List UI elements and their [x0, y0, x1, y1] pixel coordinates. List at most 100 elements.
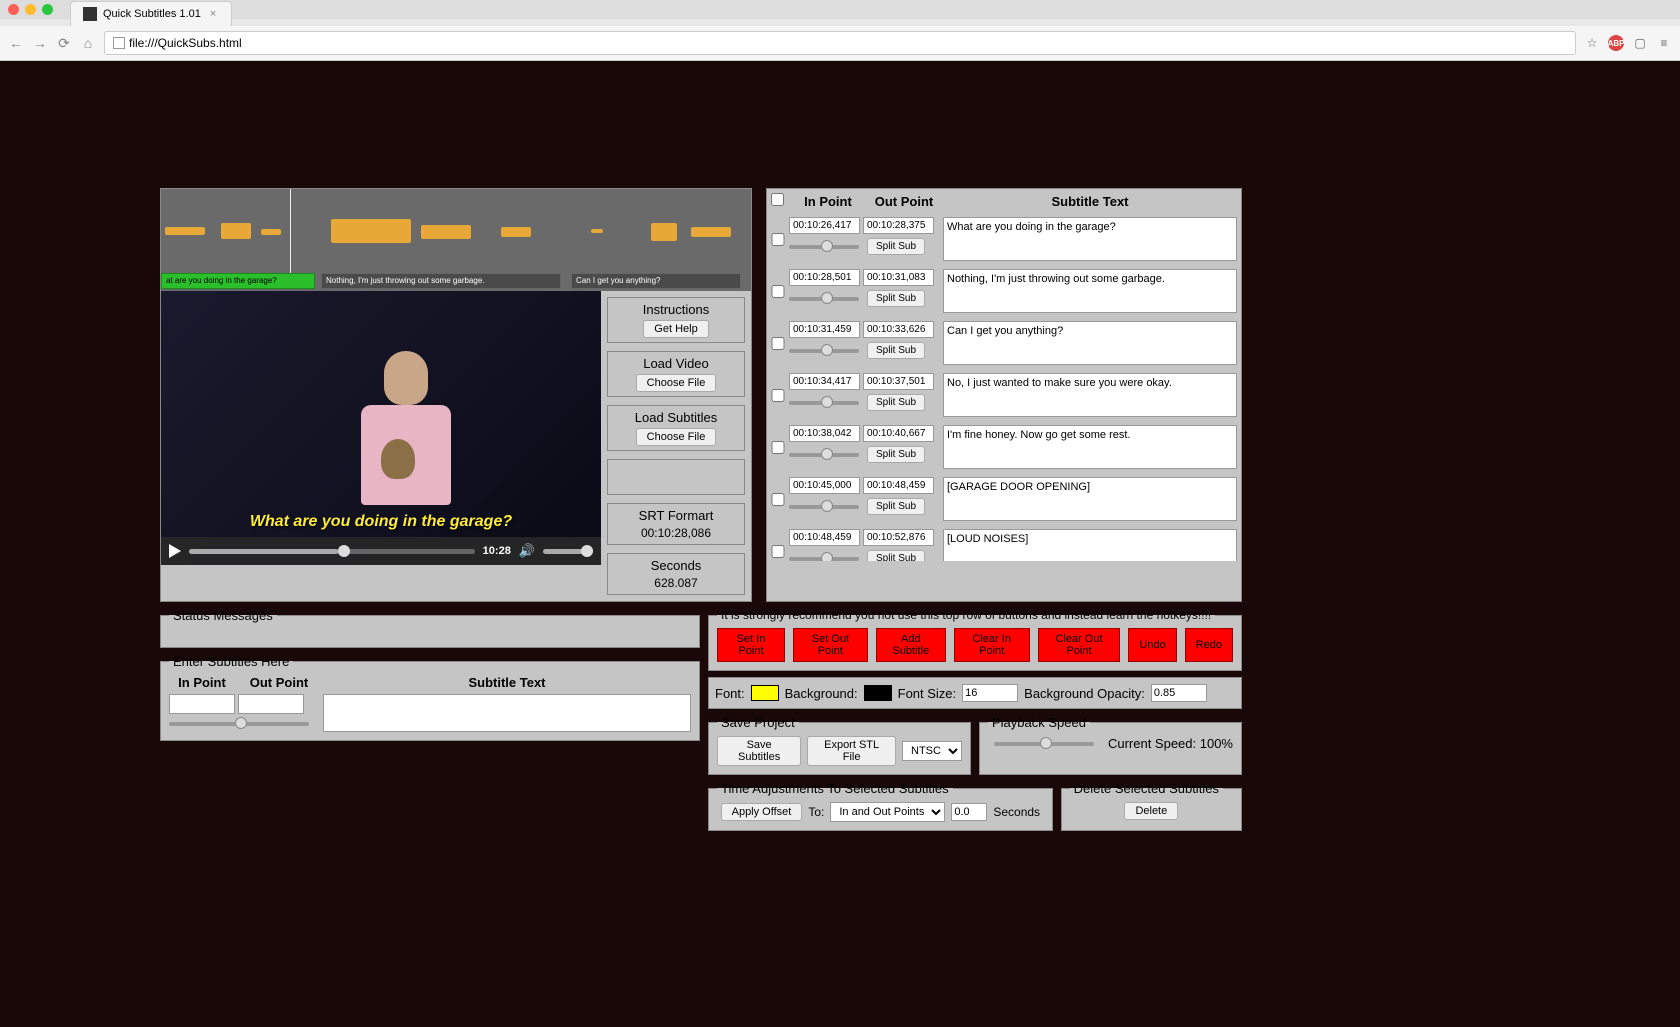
clear-out-point-button[interactable]: Clear Out Point [1038, 628, 1121, 662]
row-offset-slider[interactable] [789, 557, 859, 561]
subtitle-text-input[interactable]: Nothing, I'm just throwing out some garb… [943, 269, 1237, 313]
format-select[interactable]: NTSC [902, 741, 962, 761]
timeline-segment[interactable]: at are you doing in the garage? [161, 273, 315, 289]
clear-in-point-button[interactable]: Clear In Point [954, 628, 1030, 662]
choose-video-file-button[interactable]: Choose File [636, 374, 717, 392]
enter-out-input[interactable] [238, 694, 304, 714]
subtitle-row-checkbox[interactable] [771, 285, 785, 298]
split-sub-button[interactable]: Split Sub [867, 550, 925, 561]
subtitle-row-checkbox[interactable] [771, 545, 785, 558]
in-point-input[interactable] [789, 321, 860, 338]
row-offset-slider[interactable] [789, 401, 859, 405]
subtitle-row-checkbox[interactable] [771, 493, 785, 506]
srt-format-box: SRT Formart 00:10:28,086 [607, 503, 745, 545]
font-color-swatch[interactable] [751, 685, 779, 701]
row-offset-slider[interactable] [789, 297, 859, 301]
subtitle-list[interactable]: Split Sub What are you doing in the garag… [767, 213, 1241, 561]
split-sub-button[interactable]: Split Sub [867, 238, 925, 255]
apply-offset-button[interactable]: Apply Offset [721, 803, 803, 821]
out-point-input[interactable] [863, 477, 934, 494]
subtitle-text-input[interactable]: I'm fine honey. Now go get some rest. [943, 425, 1237, 469]
split-sub-button[interactable]: Split Sub [867, 446, 925, 463]
undo-button[interactable]: Undo [1128, 628, 1176, 662]
window-minimize-button[interactable] [25, 4, 36, 15]
split-sub-button[interactable]: Split Sub [867, 290, 925, 307]
split-sub-button[interactable]: Split Sub [867, 394, 925, 411]
window-close-button[interactable] [8, 4, 19, 15]
row-offset-slider[interactable] [789, 453, 859, 457]
playback-speed-box: Playback Speed Current Speed: 100% [979, 715, 1242, 775]
delete-button[interactable]: Delete [1124, 802, 1178, 820]
enter-subtitle-text[interactable] [323, 694, 691, 732]
get-help-button[interactable]: Get Help [643, 320, 708, 338]
hamburger-menu-icon[interactable]: ≡ [1656, 35, 1672, 51]
row-offset-slider[interactable] [789, 245, 859, 249]
in-point-input[interactable] [789, 269, 860, 286]
audio-waveform[interactable] [161, 189, 751, 273]
speed-slider[interactable] [994, 742, 1094, 746]
set-in-point-button[interactable]: Set In Point [717, 628, 785, 662]
out-point-input[interactable] [863, 529, 934, 546]
out-point-input[interactable] [863, 269, 934, 286]
timeline-segment[interactable]: Nothing, I'm just throwing out some garb… [321, 273, 561, 289]
volume-icon[interactable] [519, 543, 535, 559]
out-point-input[interactable] [863, 217, 934, 234]
subtitle-row-checkbox[interactable] [771, 337, 785, 350]
save-subtitles-button[interactable]: Save Subtitles [717, 736, 801, 766]
forward-icon[interactable]: → [32, 35, 48, 51]
split-sub-button[interactable]: Split Sub [867, 342, 925, 359]
in-point-input[interactable] [789, 529, 860, 546]
url-input[interactable]: file:///QuickSubs.html [104, 31, 1576, 55]
add-subtitle-button[interactable]: Add Subtitle [876, 628, 946, 662]
home-icon[interactable]: ⌂ [80, 35, 96, 51]
tab-close-icon[interactable]: × [207, 8, 219, 20]
bookmark-star-icon[interactable]: ☆ [1584, 35, 1600, 51]
enter-offset-slider[interactable] [169, 722, 309, 726]
subtitle-text-input[interactable]: What are you doing in the garage? [943, 217, 1237, 261]
in-point-input[interactable] [789, 373, 860, 390]
font-size-input[interactable] [962, 684, 1018, 702]
subtitle-row-checkbox[interactable] [771, 389, 785, 402]
play-icon[interactable] [169, 544, 181, 558]
out-point-input[interactable] [863, 425, 934, 442]
split-sub-button[interactable]: Split Sub [867, 498, 925, 515]
video-player[interactable]: What are you doing in the garage? 10:28 [161, 291, 601, 565]
seek-slider[interactable] [189, 549, 475, 554]
select-all-checkbox[interactable] [771, 193, 784, 206]
out-point-input[interactable] [863, 373, 934, 390]
timeline-segment[interactable]: Can I get you anything? [571, 273, 741, 289]
instructions-box: Instructions Get Help [607, 297, 745, 343]
set-out-point-button[interactable]: Set Out Point [793, 628, 868, 662]
export-stl-button[interactable]: Export STL File [807, 736, 896, 766]
volume-slider[interactable] [543, 549, 593, 554]
enter-in-input[interactable] [169, 694, 235, 714]
device-icon[interactable]: ▢ [1632, 35, 1648, 51]
in-point-input[interactable] [789, 477, 860, 494]
opacity-input[interactable] [1151, 684, 1207, 702]
subtitle-text-input[interactable]: [LOUD NOISES] [943, 529, 1237, 561]
redo-button[interactable]: Redo [1185, 628, 1233, 662]
in-point-input[interactable] [789, 425, 860, 442]
window-maximize-button[interactable] [42, 4, 53, 15]
bg-color-swatch[interactable] [864, 685, 892, 701]
offset-target-select[interactable]: In and Out Points [830, 802, 945, 822]
subtitle-row-checkbox[interactable] [771, 441, 785, 454]
reload-icon[interactable]: ⟳ [56, 35, 72, 51]
adblock-icon[interactable]: ABP [1608, 35, 1624, 51]
timeline-subtitle-track[interactable]: at are you doing in the garage? Nothing, … [161, 273, 751, 291]
playhead-line[interactable] [290, 189, 291, 273]
choose-subtitle-file-button[interactable]: Choose File [636, 428, 717, 446]
browser-tab[interactable]: Quick Subtitles 1.01 × [70, 1, 232, 26]
subtitle-text-input[interactable]: Can I get you anything? [943, 321, 1237, 365]
subtitle-list-panel: In Point Out Point Subtitle Text Split S… [766, 188, 1242, 602]
subtitle-text-input[interactable]: No, I just wanted to make sure you were … [943, 373, 1237, 417]
back-icon[interactable]: ← [8, 35, 24, 51]
subtitle-text-input[interactable]: [GARAGE DOOR OPENING] [943, 477, 1237, 521]
row-offset-slider[interactable] [789, 505, 859, 509]
offset-value-input[interactable] [951, 803, 987, 821]
in-point-input[interactable] [789, 217, 860, 234]
subtitle-row-checkbox[interactable] [771, 233, 785, 246]
row-offset-slider[interactable] [789, 349, 859, 353]
out-point-input[interactable] [863, 321, 934, 338]
subtitle-row: Split Sub What are you doing in the garag… [767, 213, 1241, 265]
